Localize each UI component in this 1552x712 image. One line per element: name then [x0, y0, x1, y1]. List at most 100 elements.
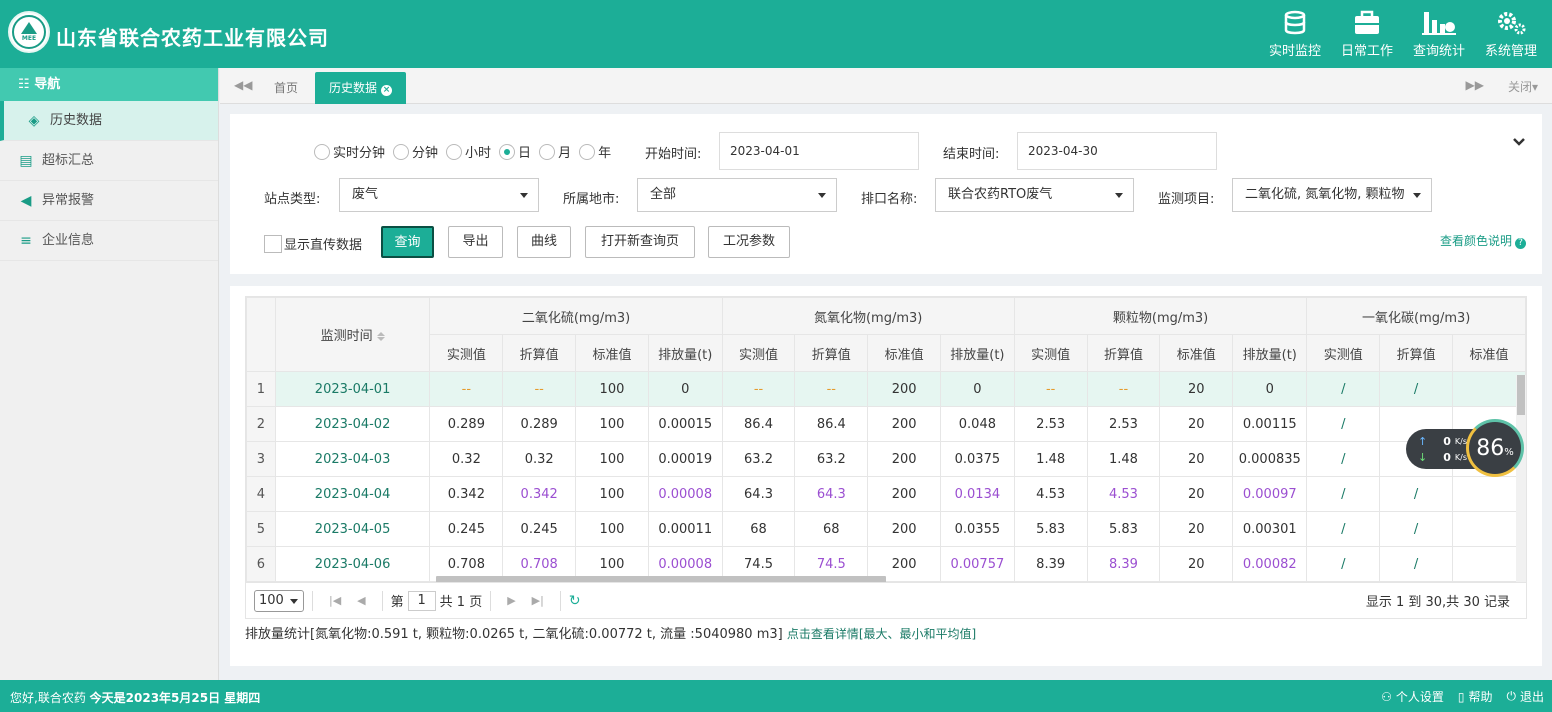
table-row[interactable]: 2 2023-04-02 0.289 0.289 100 0.00015 86.4 86.4 2… [246, 406, 1526, 442]
prev-page-icon[interactable]: ◀ [357, 594, 365, 607]
table-cell: 68 [721, 511, 796, 547]
chevron-down-icon [1413, 193, 1421, 198]
scroll-left-icon[interactable]: ◀◀ [234, 78, 252, 92]
summary-detail-link[interactable]: 点击查看详情[最大、最小和平均值] [787, 627, 976, 641]
show-direct-data-checkbox[interactable]: 显示直传数据 [264, 234, 362, 253]
logout-link[interactable]: ⏻ 退出 [1506, 688, 1544, 705]
arrow-down-icon: ↓ [1418, 451, 1428, 464]
table-cell [1451, 371, 1526, 407]
table-cell: 63.2 [721, 441, 796, 477]
table-cell: / [1306, 371, 1381, 407]
user-icon: ⚇ [1381, 689, 1392, 704]
color-help-link[interactable]: 查看颜色说明? [1440, 232, 1526, 249]
refresh-icon[interactable]: ↻ [569, 593, 581, 609]
table-cell: 0.245 [502, 511, 577, 547]
table-cell: 0.342 [502, 476, 577, 512]
city-select[interactable]: 全部 [637, 178, 837, 212]
topnav-query[interactable]: 查询统计 [1408, 10, 1470, 59]
topnav-realtime[interactable]: 实时监控 [1264, 10, 1326, 59]
site-type-select[interactable]: 废气 [339, 178, 539, 212]
table-row[interactable]: 4 2023-04-04 0.342 0.342 100 0.00008 64.3 64.3 2… [246, 476, 1526, 512]
last-page-icon[interactable]: ▶| [532, 594, 544, 607]
radio-year[interactable]: 年 [579, 142, 611, 161]
top-nav: 实时监控 日常工作 查询统计 系统管理 [1264, 10, 1542, 59]
clipboard-icon: ▤ [19, 152, 33, 169]
topnav-system[interactable]: 系统管理 [1480, 10, 1542, 59]
table-cell: 2.53 [1013, 406, 1088, 442]
close-tabs-button[interactable]: 关闭▾ [1508, 78, 1538, 95]
page-number-input[interactable]: 1 [407, 590, 436, 611]
sidebar-item-company[interactable]: ≡ 企业信息 [0, 221, 218, 261]
curve-button[interactable]: 曲线 [517, 226, 571, 258]
tab-bar: ◀◀ 首页 历史数据 × ▶▶ 关闭▾ [220, 68, 1552, 104]
table-cell: 200 [867, 476, 941, 512]
table-cell: 0.342 [429, 476, 504, 512]
topnav-daily[interactable]: 日常工作 [1336, 10, 1398, 59]
next-page-icon[interactable]: ▶ [507, 594, 515, 607]
first-page-icon[interactable]: |◀ [329, 594, 341, 607]
radio-hour[interactable]: 小时 [446, 142, 491, 161]
radio-realtime-minute[interactable]: 实时分钟 [314, 142, 385, 161]
personal-settings-link[interactable]: ⚇ 个人设置 [1381, 688, 1444, 705]
subheader-cell: 折算值 [794, 334, 869, 372]
subheader-cell: 标准值 [575, 334, 649, 372]
sidebar-item-history[interactable]: ◈ 历史数据 [0, 101, 218, 141]
power-icon: ⏻ [1506, 689, 1516, 703]
work-params-button[interactable]: 工况参数 [708, 226, 790, 258]
table-row[interactable]: 1 2023-04-01 -- -- 100 0 -- -- 200 0 -- -- 20 0// [246, 371, 1526, 407]
table-cell: 20 [1159, 511, 1234, 547]
gears-icon [1498, 12, 1526, 35]
pagination-bar: 100 |◀ ◀ 第 1 共 1 页 ▶ ▶| ↻ 显示 1 到 30,共 30… [245, 583, 1527, 619]
table-cell: 64.3 [794, 476, 869, 512]
table-cell: 2023-04-03 [274, 441, 431, 477]
export-button[interactable]: 导出 [448, 226, 503, 258]
book-icon: ▯ [1457, 689, 1465, 704]
tab-home[interactable]: 首页 [260, 72, 312, 104]
group-header-so2: 二氧化硫(mg/m3) [429, 297, 723, 335]
radio-day[interactable]: 日 [499, 142, 531, 161]
table-cell: 3 [246, 441, 276, 477]
outlet-select[interactable]: 联合农药RTO废气 [935, 178, 1134, 212]
horizontal-scrollbar[interactable] [436, 576, 886, 582]
start-time-input[interactable]: 2023-04-01 [719, 132, 919, 170]
open-new-query-button[interactable]: 打开新查询页 [585, 226, 695, 258]
subheader-row: 实测值 折算值 标准值 排放量(t) 实测值 折算值 标准值 排放量(t) 实测值 折算值 标准值排… [247, 334, 1526, 372]
table-cell: 2023-04-05 [274, 511, 431, 547]
query-button[interactable]: 查询 [381, 226, 434, 258]
city-label: 所属地市: [563, 192, 620, 207]
chevron-down-icon [818, 193, 826, 198]
table-cell: -- [502, 371, 577, 407]
row-number-header [246, 297, 276, 372]
sidebar-item-exceed[interactable]: ▤ 超标汇总 [0, 141, 218, 181]
scroll-right-icon[interactable]: ▶▶ [1466, 78, 1484, 92]
table-cell: 0 [940, 371, 1015, 407]
layers-icon: ◈ [28, 112, 40, 129]
collapse-chevron-icon[interactable] [1512, 136, 1526, 151]
table-cell: 20 [1159, 371, 1234, 407]
table-cell: 100 [575, 441, 649, 477]
table-cell: 100 [575, 476, 649, 512]
table-cell: 200 [867, 441, 941, 477]
sidebar-item-alarm[interactable]: ◀ 异常报警 [0, 181, 218, 221]
radio-minute[interactable]: 分钟 [393, 142, 438, 161]
page-size-select[interactable]: 100 [254, 589, 304, 612]
sort-icon[interactable] [376, 332, 385, 341]
table-cell: 0.32 [502, 441, 577, 477]
table-cell: 4.53 [1013, 476, 1088, 512]
tab-history[interactable]: 历史数据 × [315, 72, 407, 104]
radio-month[interactable]: 月 [539, 142, 571, 161]
monitor-item-select[interactable]: 二氧化硫, 氮氧化物, 颗粒物 [1232, 178, 1432, 212]
tab-close-icon[interactable]: × [381, 85, 393, 96]
table-cell: 0.00082 [1232, 546, 1308, 582]
vertical-scrollbar[interactable] [1516, 375, 1526, 582]
table-cell: 0.32 [429, 441, 504, 477]
table-cell: 0 [647, 371, 723, 407]
table-row[interactable]: 3 2023-04-03 0.32 0.32 100 0.00019 63.2 63.2 200… [246, 441, 1526, 477]
help-link[interactable]: ▯ 帮助 [1458, 688, 1493, 705]
end-time-input[interactable]: 2023-04-30 [1017, 132, 1217, 170]
table-cell [1451, 546, 1526, 582]
table-row[interactable]: 5 2023-04-05 0.245 0.245 100 0.00011 68 68 200 0.… [246, 511, 1526, 547]
time-header[interactable]: 监测时间 [274, 297, 431, 372]
table-cell: 2023-04-04 [274, 476, 431, 512]
table-cell: 5 [246, 511, 276, 547]
